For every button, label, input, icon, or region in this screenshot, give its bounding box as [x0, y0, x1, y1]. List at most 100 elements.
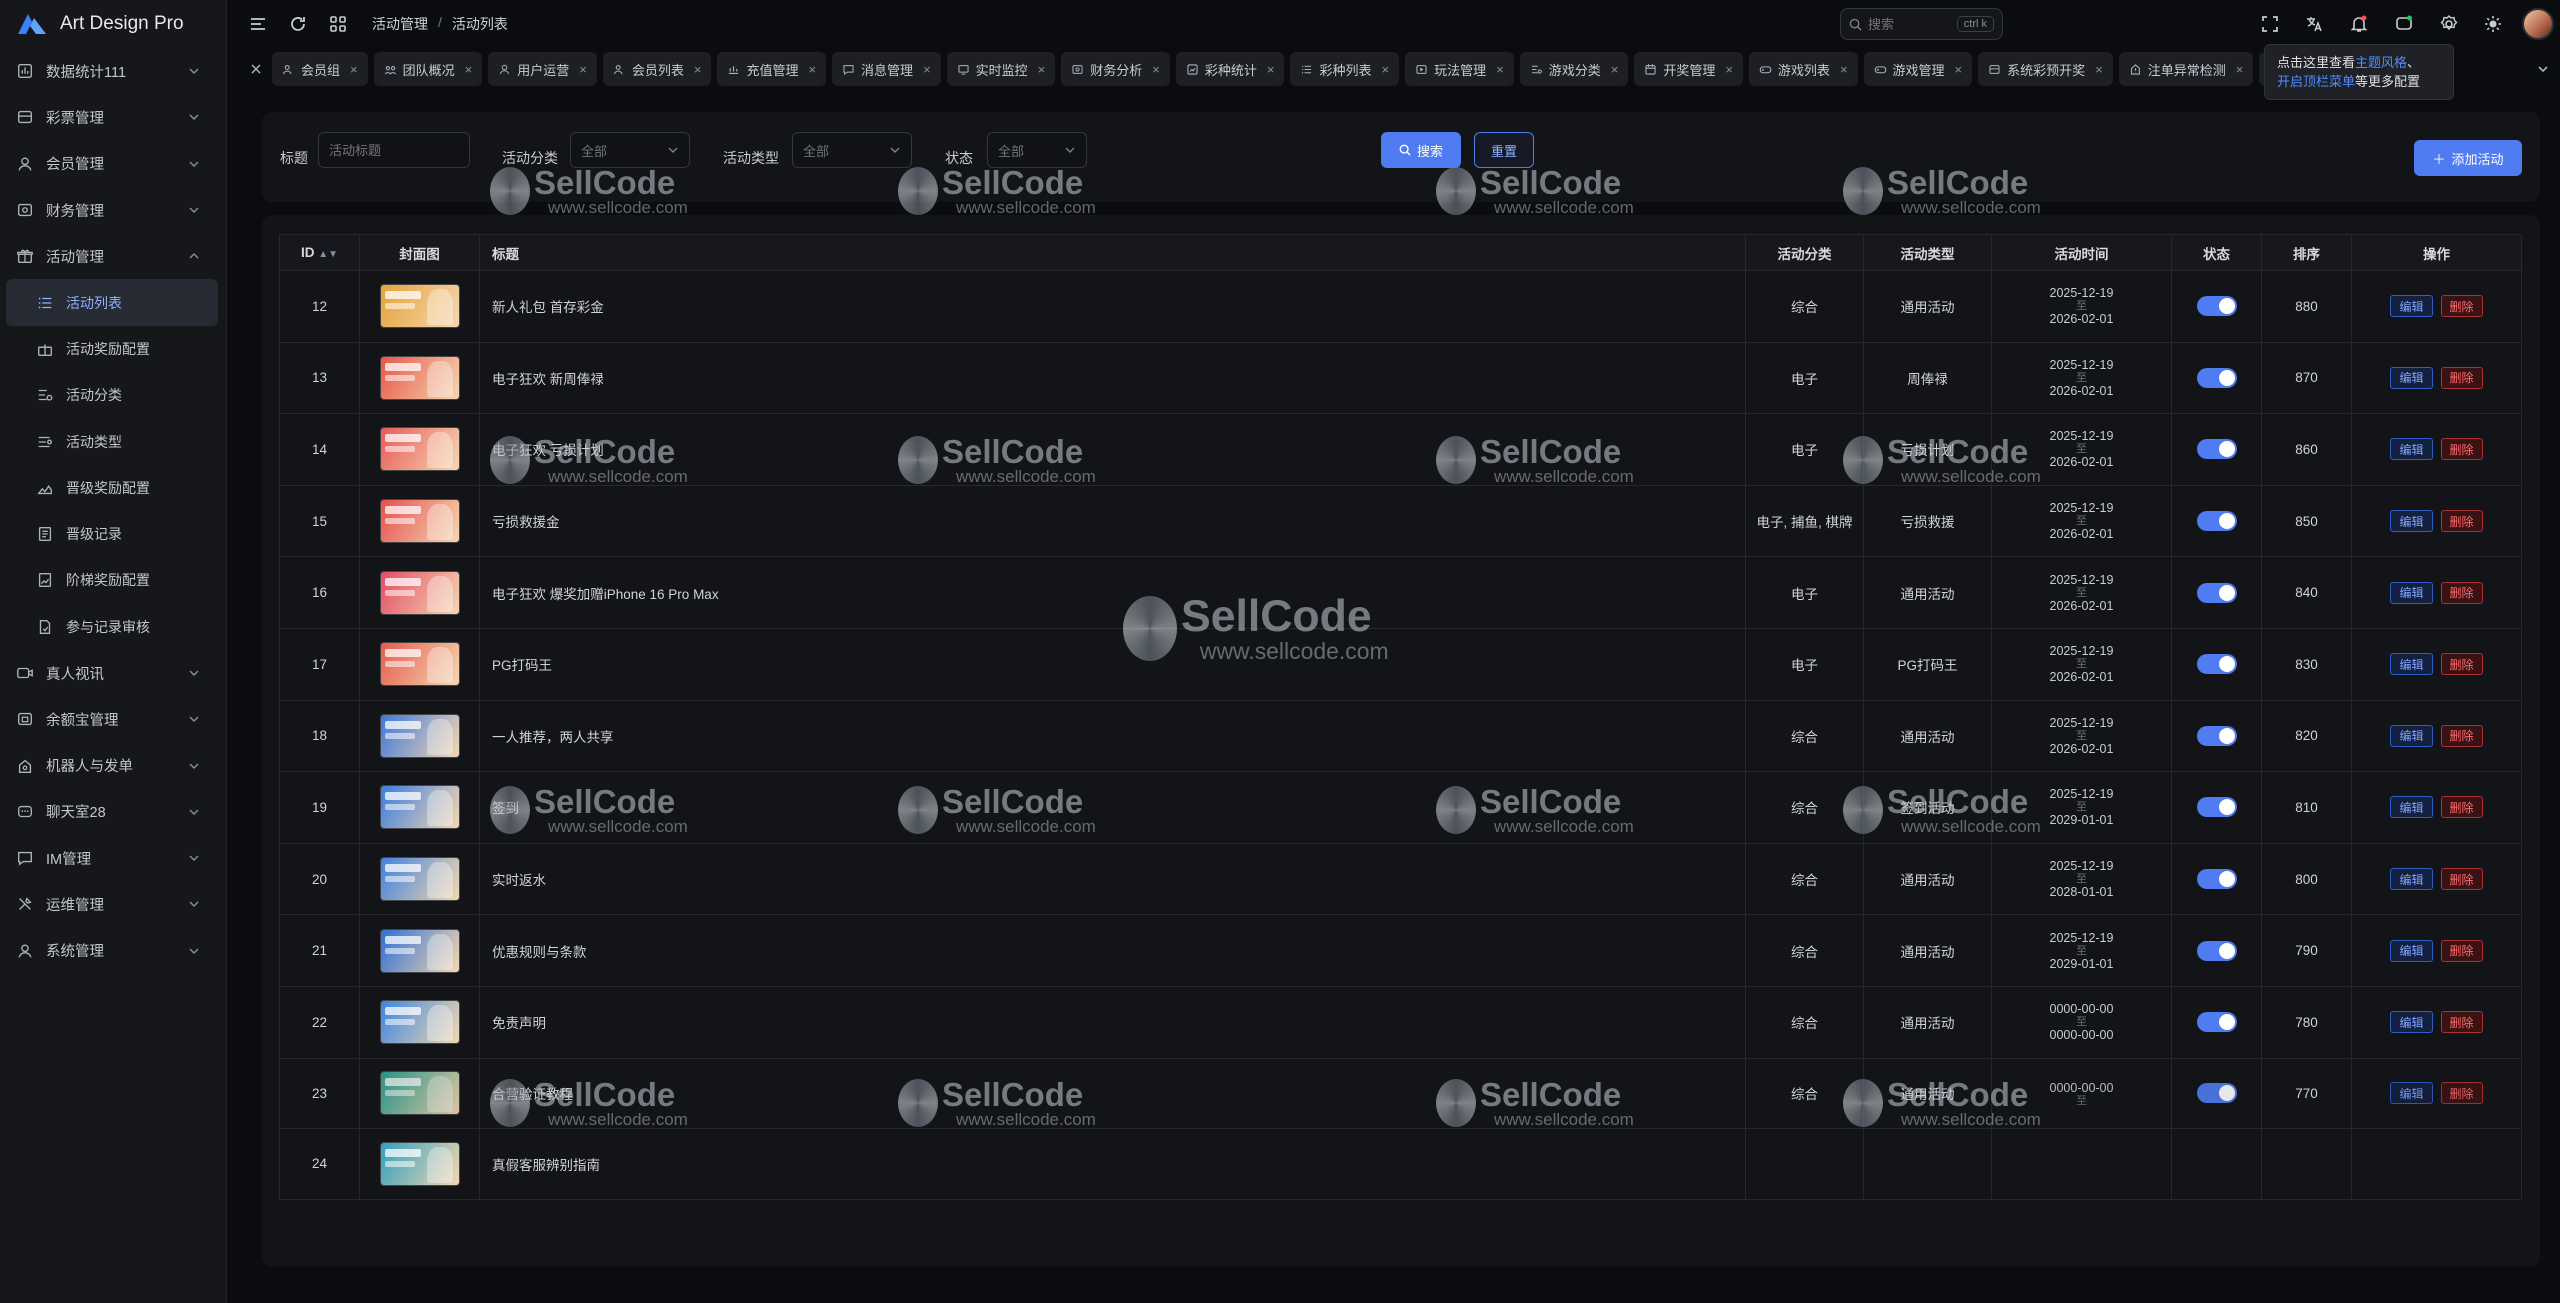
tab-item[interactable]: 玩法管理 × — [1405, 52, 1514, 86]
edit-button[interactable]: 编辑 — [2390, 1082, 2433, 1105]
grid-menu-icon[interactable] — [328, 14, 348, 34]
tab-close-icon[interactable]: × — [1955, 62, 1963, 77]
theme-sun-icon[interactable] — [2483, 14, 2503, 34]
cover-image[interactable] — [379, 284, 460, 329]
tab-item[interactable]: 财务分析 × — [1061, 52, 1170, 86]
sidebar-item[interactable]: 彩票管理 — [0, 94, 226, 140]
tab-item[interactable]: 团队概况 × — [373, 52, 483, 86]
tab-close-icon[interactable]: × — [1152, 62, 1160, 77]
sidebar-item[interactable]: 机器人与发单 — [0, 742, 226, 788]
sidebar-subitem[interactable]: 阶梯奖励配置 — [0, 557, 226, 603]
sort-icon[interactable]: ▲▼ — [318, 249, 338, 260]
tooltip-link-theme[interactable]: 主题风格 — [2355, 55, 2407, 70]
title-filter-field[interactable] — [318, 132, 470, 168]
delete-button[interactable]: 删除 — [2440, 796, 2483, 819]
cover-image[interactable] — [379, 499, 460, 544]
edit-button[interactable]: 编辑 — [2390, 1011, 2433, 1034]
delete-button[interactable]: 删除 — [2440, 510, 2483, 533]
sidebar-subitem[interactable]: 晋级奖励配置 — [0, 465, 226, 511]
status-toggle[interactable] — [2196, 439, 2237, 460]
tab-close-icon[interactable]: × — [465, 62, 473, 77]
status-toggle[interactable] — [2196, 511, 2237, 532]
status-toggle[interactable] — [2196, 296, 2237, 317]
cover-image[interactable] — [379, 427, 460, 472]
menu-toggle-icon[interactable] — [248, 14, 268, 34]
edit-button[interactable]: 编辑 — [2390, 939, 2433, 962]
delete-button[interactable]: 删除 — [2440, 581, 2483, 604]
tab-item[interactable]: 开奖管理 × — [1634, 52, 1743, 86]
edit-button[interactable]: 编辑 — [2390, 295, 2433, 318]
status-toggle[interactable] — [2196, 797, 2237, 818]
tab-item[interactable]: 彩种列表 × — [1290, 52, 1400, 86]
tab-close-icon[interactable]: × — [579, 62, 587, 77]
tab-close-icon[interactable]: × — [694, 62, 702, 77]
tab-close-icon[interactable]: × — [808, 62, 816, 77]
edit-button[interactable]: 编辑 — [2390, 868, 2433, 891]
global-search-input[interactable] — [1868, 16, 1948, 32]
app-logo[interactable]: Art Design Pro — [0, 0, 226, 48]
status-toggle[interactable] — [2196, 1083, 2237, 1104]
title-filter-input[interactable] — [329, 142, 459, 158]
sidebar-item[interactable]: 真人视讯 — [0, 650, 226, 696]
user-avatar[interactable] — [2522, 8, 2554, 40]
sidebar-item[interactable]: 聊天室28 — [0, 789, 226, 835]
status-toggle[interactable] — [2196, 725, 2237, 746]
cover-image[interactable] — [379, 1000, 460, 1045]
sidebar-subitem[interactable]: 晋级记录 — [0, 511, 226, 557]
edit-button[interactable]: 编辑 — [2390, 724, 2433, 747]
delete-button[interactable]: 删除 — [2440, 295, 2483, 318]
tab-item[interactable]: 系统彩预开奖 × — [1978, 52, 2113, 86]
edit-button[interactable]: 编辑 — [2390, 438, 2433, 461]
sidebar-item[interactable]: 财务管理 — [0, 187, 226, 233]
delete-button[interactable]: 删除 — [2440, 939, 2483, 962]
delete-button[interactable]: 删除 — [2440, 438, 2483, 461]
status-toggle[interactable] — [2196, 367, 2237, 388]
sidebar-subitem[interactable]: 参与记录审核 — [0, 604, 226, 650]
tab-item[interactable]: 会员组 × — [272, 52, 368, 86]
sidebar-subitem[interactable]: 活动奖励配置 — [0, 326, 226, 372]
sidebar-item[interactable]: 运维管理 — [0, 881, 226, 927]
tab-close-icon[interactable]: × — [1496, 62, 1504, 77]
tab-item[interactable]: 彩种统计 × — [1175, 52, 1285, 86]
close-icon[interactable] — [250, 63, 262, 75]
tab-item[interactable]: 用户运营 × — [488, 52, 597, 86]
sidebar-item[interactable]: 数据统计111 — [0, 48, 226, 94]
refresh-icon[interactable] — [288, 14, 308, 34]
tab-item[interactable]: 实时监控 × — [946, 52, 1056, 86]
status-toggle[interactable] — [2196, 1012, 2237, 1033]
cover-image[interactable] — [379, 355, 460, 400]
settings-gear-icon[interactable] — [2439, 14, 2459, 34]
status-filter-select[interactable]: 全部 — [987, 132, 1087, 168]
status-toggle[interactable] — [2196, 654, 2237, 675]
tab-item[interactable]: 消息管理 × — [832, 52, 941, 86]
tab-more-button[interactable] — [2530, 56, 2556, 82]
cover-image[interactable] — [379, 1071, 460, 1116]
delete-button[interactable]: 删除 — [2440, 1011, 2483, 1034]
tab-close-icon[interactable]: × — [1840, 62, 1848, 77]
sidebar-item[interactable]: 余额宝管理 — [0, 696, 226, 742]
cover-image[interactable] — [379, 570, 460, 615]
sidebar-item[interactable]: 系统管理 — [0, 928, 226, 974]
cover-image[interactable] — [379, 928, 460, 973]
tab-item[interactable]: 游戏列表 × — [1748, 52, 1858, 86]
sidebar-subitem[interactable]: 活动类型 — [0, 418, 226, 464]
delete-button[interactable]: 删除 — [2440, 724, 2483, 747]
tab-close-icon[interactable]: × — [350, 62, 358, 77]
cover-image[interactable] — [379, 1141, 460, 1186]
tab-close-icon[interactable]: × — [1611, 62, 1619, 77]
tab-close-icon[interactable]: × — [1382, 62, 1390, 77]
delete-button[interactable]: 删除 — [2440, 1082, 2483, 1105]
category-filter-select[interactable]: 全部 — [570, 132, 690, 168]
type-filter-select[interactable]: 全部 — [792, 132, 912, 168]
delete-button[interactable]: 删除 — [2440, 868, 2483, 891]
delete-button[interactable]: 删除 — [2440, 653, 2483, 676]
sidebar-subitem[interactable]: 活动列表 — [6, 279, 218, 326]
delete-button[interactable]: 删除 — [2440, 366, 2483, 389]
tab-close-icon[interactable]: × — [1725, 62, 1733, 77]
cover-image[interactable] — [379, 642, 460, 687]
tab-item[interactable]: 充值管理 × — [717, 52, 827, 86]
edit-button[interactable]: 编辑 — [2390, 653, 2433, 676]
tab-item[interactable]: 游戏管理 × — [1863, 52, 1973, 86]
edit-button[interactable]: 编辑 — [2390, 366, 2433, 389]
tab-item[interactable]: 注单异常检测 × — [2118, 52, 2254, 86]
